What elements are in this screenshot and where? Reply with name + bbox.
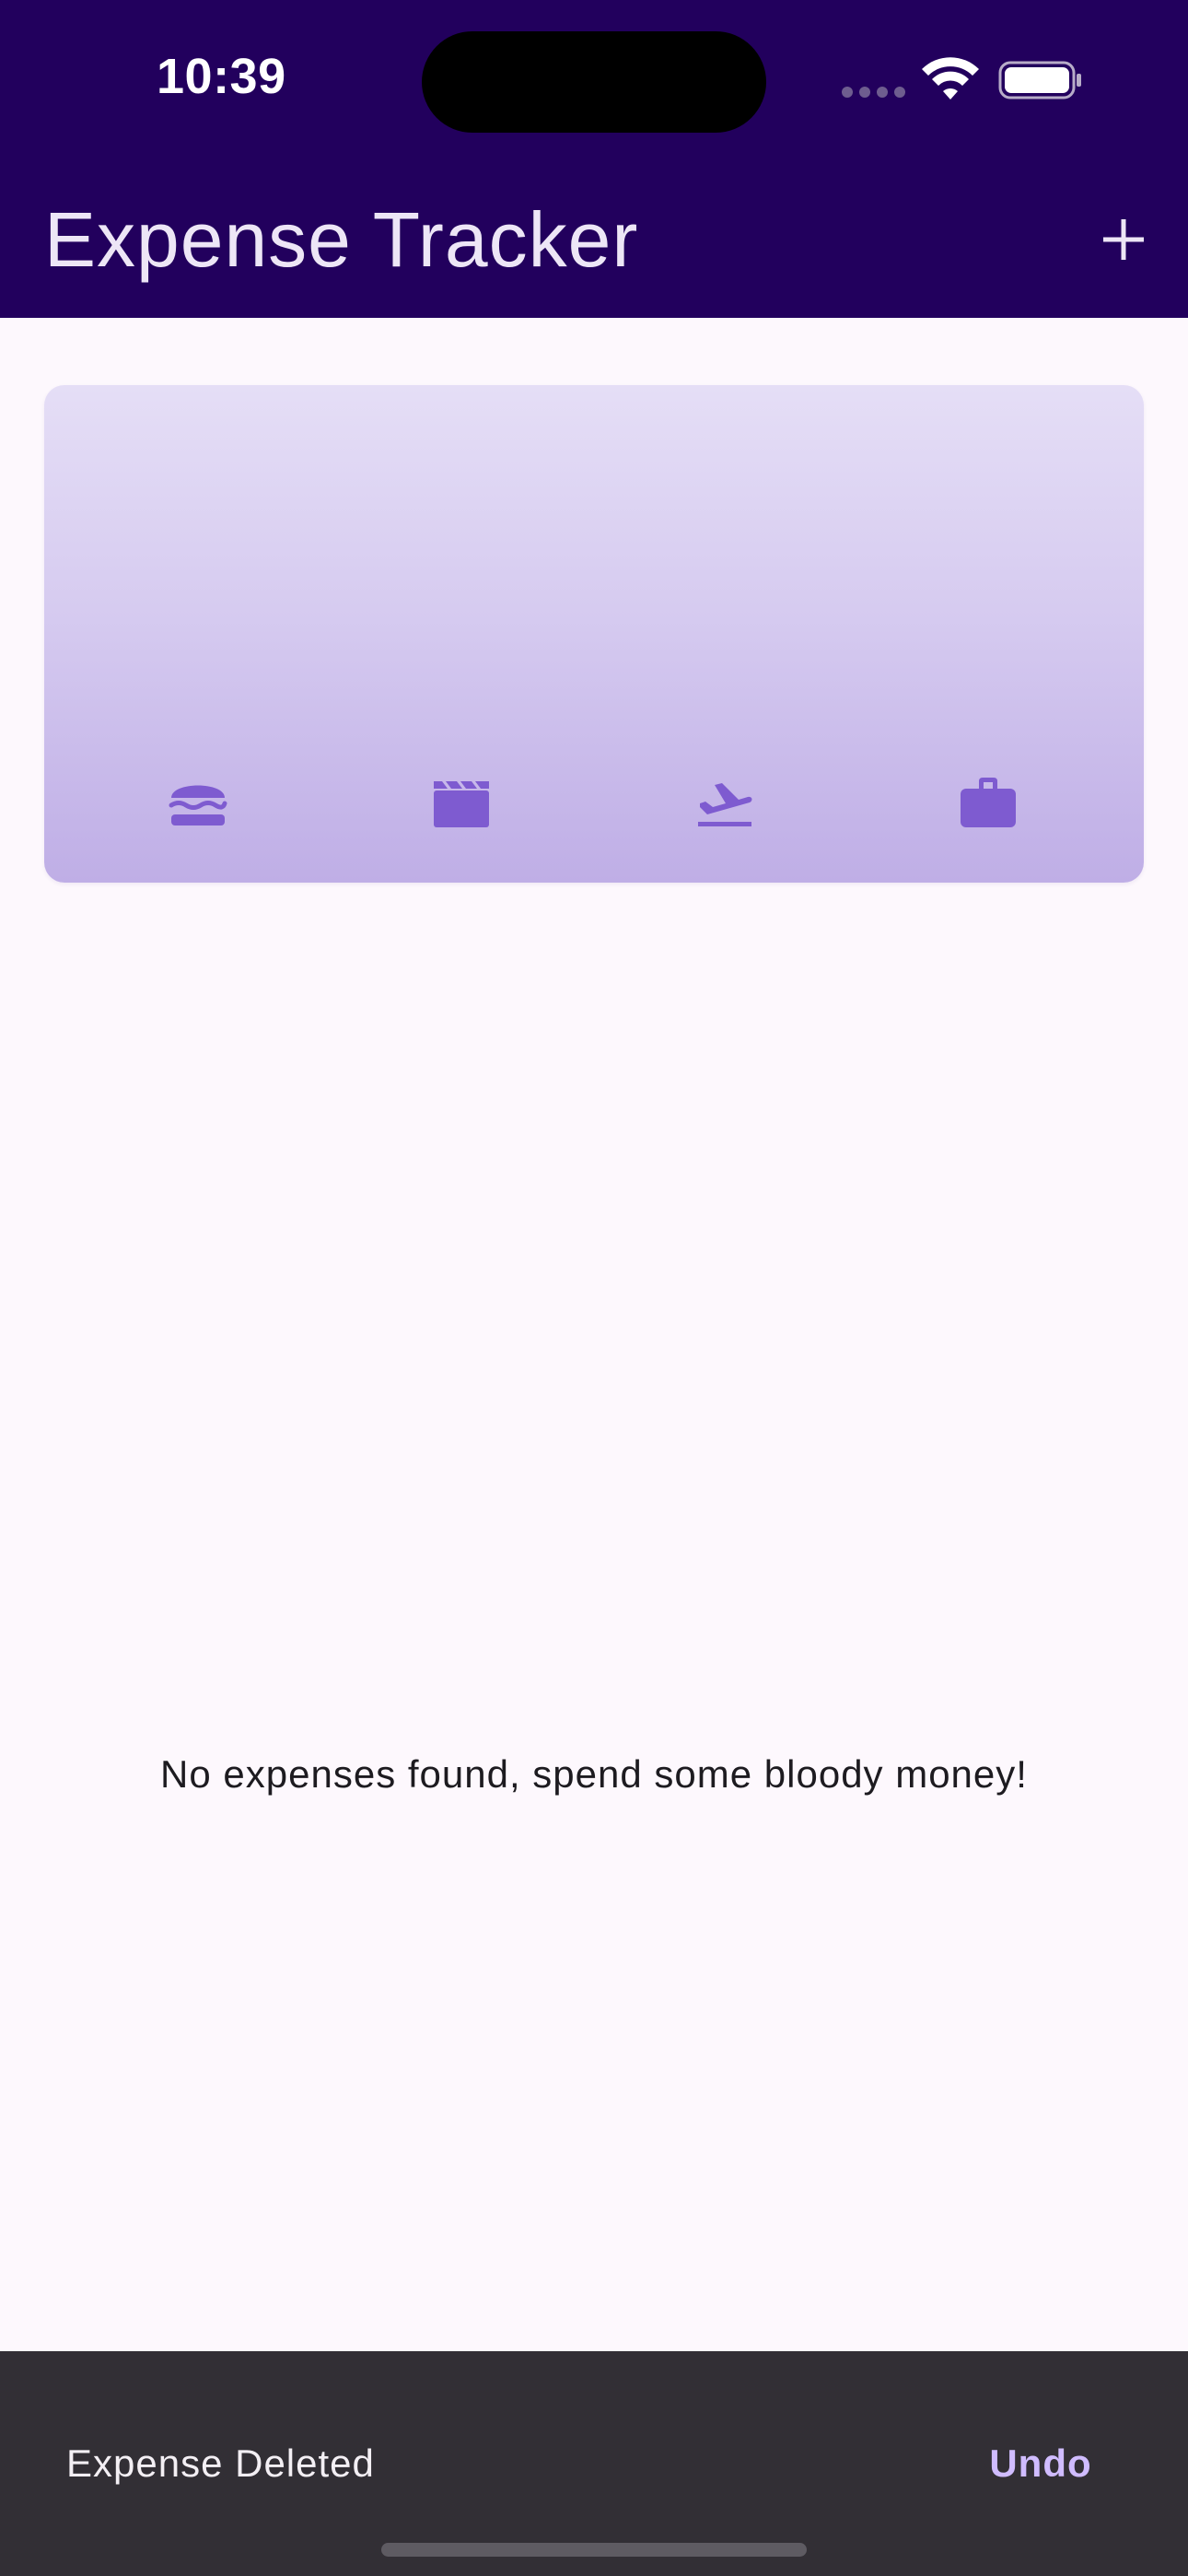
snackbar-message: Expense Deleted (66, 2441, 375, 2485)
wifi-icon (922, 57, 979, 100)
app-bar: 10:39 Expense Tracker (0, 0, 1188, 318)
category-icons-row (44, 776, 1144, 831)
snackbar: Expense Deleted Undo (0, 2351, 1188, 2576)
cellular-signal-icon (842, 87, 905, 98)
movie-clapperboard-icon (434, 781, 489, 827)
expense-chart-card (44, 385, 1144, 883)
empty-state-message: No expenses found, spend some bloody mon… (160, 1752, 1028, 1796)
hamburger-icon (169, 785, 227, 825)
home-indicator[interactable] (381, 2543, 807, 2557)
dynamic-island (422, 31, 766, 133)
add-expense-button[interactable] (1087, 203, 1160, 276)
status-bar-time: 10:39 (157, 49, 286, 104)
briefcase-icon (961, 778, 1016, 827)
plus-icon (1103, 219, 1144, 260)
undo-button[interactable]: Undo (967, 2429, 1114, 2499)
battery-icon (998, 61, 1081, 100)
page-title: Expense Tracker (44, 196, 639, 283)
flight-takeoff-icon (698, 783, 752, 826)
